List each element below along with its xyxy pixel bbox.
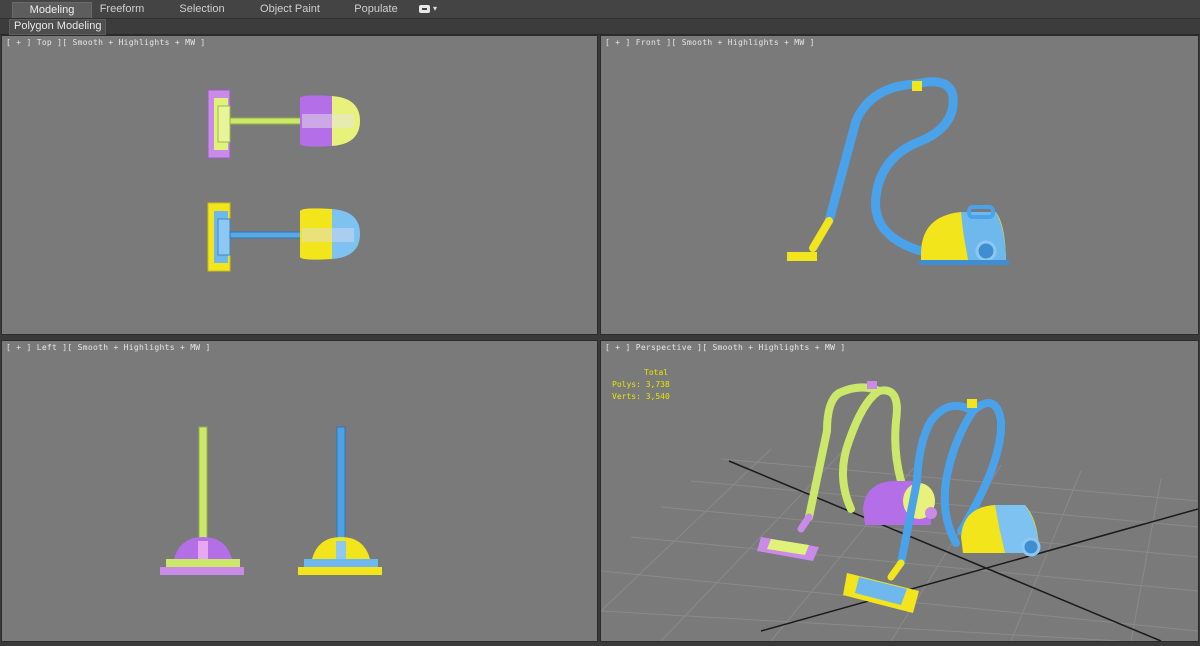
vacuum-blue-left <box>298 426 382 575</box>
stats-polys: Polys: 3,738 <box>612 380 670 389</box>
vacuum-blue-top <box>207 202 360 272</box>
viewport-front[interactable]: [ + ] Front ][ Smooth + Highlights + MW … <box>600 35 1199 335</box>
viewport-label-left[interactable]: [ + ] Left ][ Smooth + Highlights + MW ] <box>6 343 211 352</box>
viewport-label-perspective[interactable]: [ + ] Perspective ][ Smooth + Highlights… <box>605 343 845 352</box>
polygon-modeling-panel-label[interactable]: Polygon Modeling <box>9 19 107 35</box>
viewport-perspective[interactable]: [ + ] Perspective ][ Smooth + Highlights… <box>600 340 1199 642</box>
perspective-view-scene <box>601 381 1198 641</box>
ribbon-subpanel: Polygon Modeling <box>0 19 1200 35</box>
left-view-scene <box>160 426 382 575</box>
tab-freeform[interactable]: Freeform <box>92 2 152 17</box>
stats-verts-value: 3,540 <box>645 392 670 401</box>
viewport-label-front[interactable]: [ + ] Front ][ Smooth + Highlights + MW … <box>605 38 815 47</box>
viewport-label-top[interactable]: [ + ] Top ][ Smooth + Highlights + MW ] <box>6 38 206 47</box>
viewport-left[interactable]: [ + ] Left ][ Smooth + Highlights + MW ] <box>1 340 598 642</box>
top-view-scene <box>207 89 360 272</box>
polygon-stats-overlay: Total Polys: 3,738 Verts: 3,540 <box>612 367 670 403</box>
tab-populate[interactable]: Populate <box>349 2 403 17</box>
stats-header: Total <box>644 368 669 377</box>
tab-object-paint[interactable]: Object Paint <box>255 2 325 17</box>
ribbon-tab-bar: Modeling Freeform Selection Object Paint… <box>0 0 1200 19</box>
stats-polys-value: 3,738 <box>645 380 670 389</box>
vacuum-purple-top <box>207 89 360 159</box>
vacuum-blue-front <box>787 77 1009 265</box>
tab-modeling[interactable]: Modeling <box>12 2 92 18</box>
panel-toggle-icon[interactable]: ▾ <box>419 3 443 15</box>
viewport-top[interactable]: [ + ] Top ][ Smooth + Highlights + MW ] <box>1 35 598 335</box>
front-view-scene <box>787 77 1009 265</box>
stats-verts: Verts: 3,540 <box>612 392 670 401</box>
tab-selection[interactable]: Selection <box>174 2 230 17</box>
vacuum-purple-left <box>160 426 244 575</box>
